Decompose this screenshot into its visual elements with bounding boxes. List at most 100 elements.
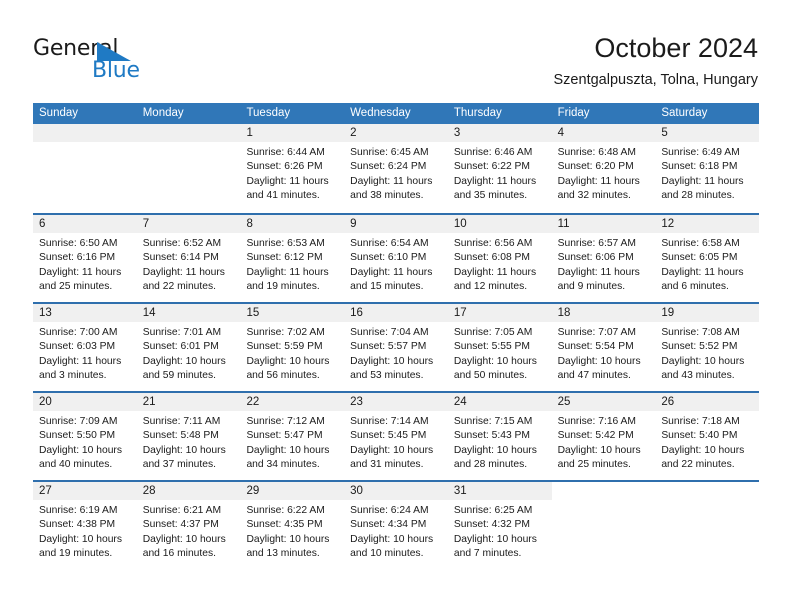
day-cell-29[interactable]: 29 Sunrise: 6:22 AM Sunset: 4:35 PM Dayligh… (240, 482, 345, 569)
day-cell-28[interactable]: 28 Sunrise: 6:21 AM Sunset: 4:37 PM Dayligh… (136, 482, 241, 569)
daylight-text: Daylight: 10 hours and 28 minutes. (453, 444, 537, 471)
day-cell-20[interactable]: 20 Sunrise: 7:09 AM Sunset: 5:50 PM Dayligh… (33, 393, 137, 480)
sunset-text: Sunset: 5:59 PM (246, 341, 323, 353)
sunrise-text: Sunrise: 7:16 AM (557, 416, 637, 427)
day-cell-15[interactable]: 15 Sunrise: 7:02 AM Sunset: 5:59 PM Dayligh… (240, 304, 345, 391)
day-cell-17[interactable]: 17 Sunrise: 7:05 AM Sunset: 5:55 PM Dayligh… (447, 304, 552, 391)
sunrise-text: Sunrise: 6:45 AM (350, 147, 429, 158)
day-cell-25[interactable]: 25 Sunrise: 7:16 AM Sunset: 5:42 PM Dayligh… (551, 393, 656, 480)
weekday-header-saturday: Saturday (661, 107, 708, 119)
sunrise-text: Sunrise: 6:50 AM (39, 238, 118, 249)
day-details: Sunrise: 6:58 AM Sunset: 6:05 PM Daylight:… (655, 233, 759, 295)
day-cell-13[interactable]: 13 Sunrise: 7:00 AM Sunset: 6:03 PM Dayligh… (33, 304, 137, 391)
day-details: Sunrise: 7:16 AM Sunset: 5:42 PM Daylight:… (552, 411, 656, 473)
sunrise-text: Sunrise: 6:56 AM (453, 238, 533, 249)
sunrise-text: Sunrise: 6:54 AM (350, 238, 429, 249)
day-details: Sunrise: 6:56 AM Sunset: 6:08 PM Daylight:… (448, 233, 552, 295)
day-cell-19[interactable]: 19 Sunrise: 7:08 AM Sunset: 5:52 PM Dayligh… (655, 304, 760, 391)
sunrise-text: Sunrise: 7:08 AM (661, 327, 740, 338)
day-number: 25 (551, 393, 656, 411)
day-cell-9[interactable]: 9 Sunrise: 6:54 AM Sunset: 6:10 PM Daylight… (344, 215, 448, 302)
weekday-header-wednesday: Wednesday (350, 107, 411, 119)
day-number: 19 (655, 304, 760, 322)
day-cell-16[interactable]: 16 Sunrise: 7:04 AM Sunset: 5:57 PM Dayligh… (344, 304, 448, 391)
sunrise-text: Sunrise: 7:04 AM (350, 327, 429, 338)
day-cell-12[interactable]: 12 Sunrise: 6:58 AM Sunset: 6:05 PM Dayligh… (655, 215, 760, 302)
daylight-text: Daylight: 10 hours and 34 minutes. (246, 444, 330, 471)
day-cell-1[interactable]: 1 Sunrise: 6:44 AM Sunset: 6:26 PM Daylight… (240, 124, 345, 213)
day-details: Sunrise: 7:01 AM Sunset: 6:01 PM Daylight:… (137, 322, 241, 384)
day-cell-27[interactable]: 27 Sunrise: 6:19 AM Sunset: 4:38 PM Dayligh… (33, 482, 137, 569)
day-cell-3[interactable]: 3 Sunrise: 6:46 AM Sunset: 6:22 PM Daylight… (447, 124, 552, 213)
day-details: Sunrise: 6:54 AM Sunset: 6:10 PM Daylight:… (344, 233, 448, 295)
day-details: Sunrise: 7:05 AM Sunset: 5:55 PM Daylight:… (448, 322, 552, 384)
day-cell-10[interactable]: 10 Sunrise: 6:56 AM Sunset: 6:08 PM Dayligh… (447, 215, 552, 302)
day-cell-22[interactable]: 22 Sunrise: 7:12 AM Sunset: 5:47 PM Dayligh… (240, 393, 345, 480)
day-cell-8[interactable]: 8 Sunrise: 6:53 AM Sunset: 6:12 PM Daylight… (240, 215, 345, 302)
day-details: Sunrise: 7:18 AM Sunset: 5:40 PM Daylight:… (655, 411, 759, 473)
day-cell-26[interactable]: 26 Sunrise: 7:18 AM Sunset: 5:40 PM Dayligh… (655, 393, 760, 480)
day-number: 24 (447, 393, 552, 411)
day-details: Sunrise: 7:09 AM Sunset: 5:50 PM Daylight:… (33, 411, 137, 473)
sunset-text: Sunset: 5:43 PM (453, 430, 531, 442)
sunrise-text: Sunrise: 6:21 AM (142, 505, 222, 516)
day-cell-empty (33, 124, 137, 213)
sunrise-text: Sunrise: 7:14 AM (350, 416, 429, 427)
calendar-week-row: 6 Sunrise: 6:50 AM Sunset: 6:16 PM Daylight… (33, 213, 760, 302)
day-number: 8 (240, 215, 345, 233)
sunrise-text: Sunrise: 6:25 AM (453, 505, 533, 516)
sunset-text: Sunset: 5:52 PM (661, 341, 738, 353)
daylight-text: Daylight: 11 hours and 3 minutes. (39, 355, 122, 382)
day-cell-18[interactable]: 18 Sunrise: 7:07 AM Sunset: 5:54 PM Dayligh… (551, 304, 656, 391)
daylight-text: Daylight: 10 hours and 37 minutes. (142, 444, 226, 471)
calendar-grid: Sunday Monday Tuesday Wednesday Thursday Frid… (33, 103, 760, 569)
page-subtitle: Szentgalpuszta, Tolna, Hungary (553, 72, 758, 88)
day-details: Sunrise: 6:24 AM Sunset: 4:34 PM Daylight:… (344, 500, 448, 562)
weekday-header-sunday: Sunday (39, 107, 79, 119)
day-cell-24[interactable]: 24 Sunrise: 7:15 AM Sunset: 5:43 PM Dayligh… (447, 393, 552, 480)
sunset-text: Sunset: 5:50 PM (39, 430, 116, 442)
day-cell-21[interactable]: 21 Sunrise: 7:11 AM Sunset: 5:48 PM Dayligh… (136, 393, 241, 480)
day-details: Sunrise: 6:25 AM Sunset: 4:32 PM Daylight:… (448, 500, 552, 562)
sunset-text: Sunset: 6:10 PM (350, 252, 427, 264)
day-details: Sunrise: 7:00 AM Sunset: 6:03 PM Daylight:… (33, 322, 137, 384)
day-number (33, 124, 137, 142)
day-number: 26 (655, 393, 760, 411)
day-number: 27 (33, 482, 137, 500)
day-cell-31[interactable]: 31 Sunrise: 6:25 AM Sunset: 4:32 PM Dayligh… (447, 482, 552, 569)
sunset-text: Sunset: 6:12 PM (246, 252, 323, 264)
day-cell-30[interactable]: 30 Sunrise: 6:24 AM Sunset: 4:34 PM Dayligh… (344, 482, 448, 569)
calendar-page: General Blue October 2024 Szentgalpuszta… (0, 0, 792, 612)
day-cell-23[interactable]: 23 Sunrise: 7:14 AM Sunset: 5:45 PM Dayligh… (344, 393, 448, 480)
sunset-text: Sunset: 6:22 PM (453, 161, 531, 173)
calendar-week-row: 1 Sunrise: 6:44 AM Sunset: 6:26 PM Daylight… (33, 124, 760, 213)
day-number: 22 (240, 393, 345, 411)
sunrise-text: Sunrise: 7:01 AM (142, 327, 222, 338)
sunset-text: Sunset: 5:40 PM (661, 430, 738, 442)
sunrise-text: Sunrise: 6:22 AM (246, 505, 325, 516)
daylight-text: Daylight: 10 hours and 31 minutes. (350, 444, 434, 471)
sunset-text: Sunset: 6:05 PM (661, 252, 738, 264)
sunset-text: Sunset: 6:26 PM (246, 161, 323, 173)
day-cell-7[interactable]: 7 Sunrise: 6:52 AM Sunset: 6:14 PM Daylight… (136, 215, 241, 302)
day-cell-11[interactable]: 11 Sunrise: 6:57 AM Sunset: 6:06 PM Dayligh… (551, 215, 656, 302)
day-number: 16 (344, 304, 448, 322)
day-cell-5[interactable]: 5 Sunrise: 6:49 AM Sunset: 6:18 PM Daylight… (655, 124, 760, 213)
day-cell-6[interactable]: 6 Sunrise: 6:50 AM Sunset: 6:16 PM Daylight… (33, 215, 137, 302)
sunset-text: Sunset: 6:18 PM (661, 161, 738, 173)
day-details: Sunrise: 6:45 AM Sunset: 6:24 PM Daylight:… (344, 142, 448, 204)
daylight-text: Daylight: 11 hours and 9 minutes. (557, 266, 640, 293)
daylight-text: Daylight: 11 hours and 28 minutes. (661, 175, 744, 202)
sunrise-text: Sunrise: 6:44 AM (246, 147, 325, 158)
daylight-text: Daylight: 11 hours and 25 minutes. (39, 266, 122, 293)
day-cell-empty (655, 482, 760, 569)
sunrise-text: Sunrise: 7:15 AM (453, 416, 533, 427)
sunset-text: Sunset: 5:47 PM (246, 430, 323, 442)
day-cell-4[interactable]: 4 Sunrise: 6:48 AM Sunset: 6:20 PM Daylight… (551, 124, 656, 213)
day-cell-14[interactable]: 14 Sunrise: 7:01 AM Sunset: 6:01 PM Dayligh… (136, 304, 241, 391)
weekday-header-tuesday: Tuesday (246, 107, 291, 119)
sunset-text: Sunset: 4:34 PM (350, 519, 427, 531)
day-cell-2[interactable]: 2 Sunrise: 6:45 AM Sunset: 6:24 PM Daylight… (344, 124, 448, 213)
calendar-week-row: 27 Sunrise: 6:19 AM Sunset: 4:38 PM Dayligh… (33, 480, 760, 569)
sunset-text: Sunset: 4:37 PM (142, 519, 219, 531)
